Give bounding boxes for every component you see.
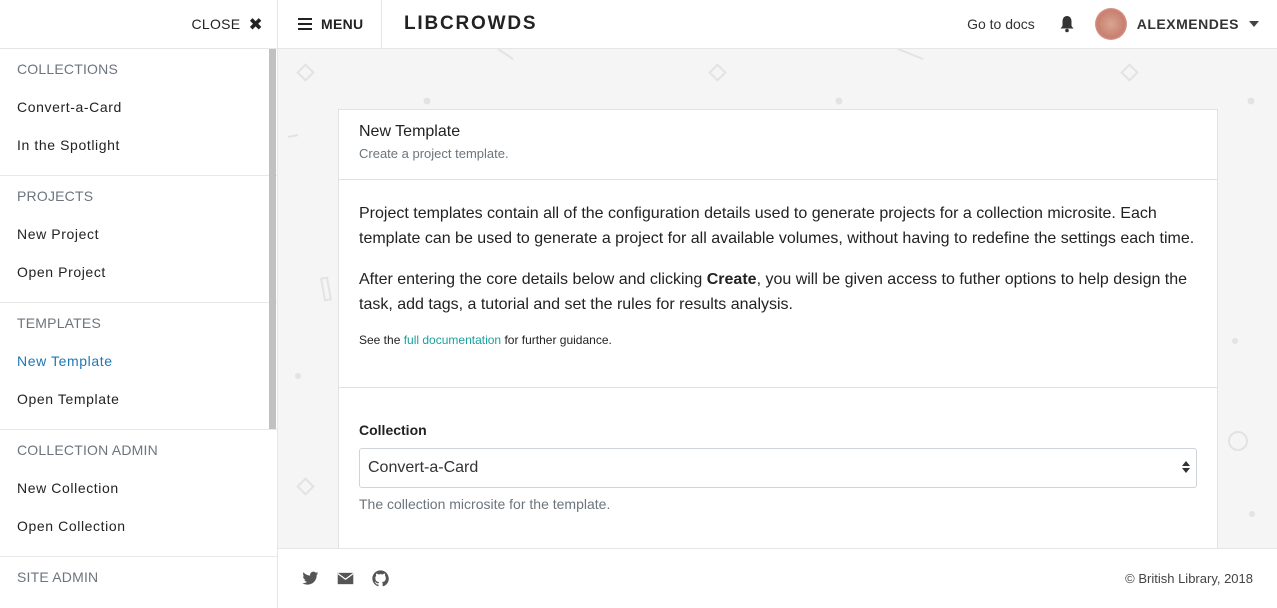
collection-select[interactable]: Convert-a-Card xyxy=(359,448,1197,488)
collection-form-group: Collection Convert-a-Card The collection… xyxy=(339,388,1217,512)
close-label: CLOSE xyxy=(191,16,241,32)
collection-help-text: The collection microsite for the templat… xyxy=(359,496,611,512)
sidebar-section-projects: PROJECTS New Project Open Project xyxy=(0,176,277,303)
section-title: COLLECTIONS xyxy=(17,61,118,77)
sidebar: CLOSE ✖ COLLECTIONS Convert-a-Card In th… xyxy=(0,0,278,608)
chevron-down-icon[interactable] xyxy=(1249,21,1259,27)
page-subtitle: Create a project template. xyxy=(359,146,509,161)
section-title: TEMPLATES xyxy=(17,315,102,331)
menu-button[interactable]: MENU xyxy=(278,0,382,49)
sidebar-item-new-template[interactable]: New Template xyxy=(17,343,277,381)
sidebar-section-site-admin: SITE ADMIN xyxy=(0,557,277,607)
select-arrows-icon xyxy=(1182,461,1190,473)
guidance-text: See the full documentation for further g… xyxy=(359,333,612,347)
footer: © British Library, 2018 xyxy=(278,548,1277,608)
menu-label: MENU xyxy=(321,16,364,32)
new-template-card: New Template Create a project template. … xyxy=(338,109,1218,549)
card-header: New Template Create a project template. xyxy=(339,110,1217,180)
collection-select-value: Convert-a-Card xyxy=(368,459,479,476)
sidebar-close-button[interactable]: CLOSE ✖ xyxy=(0,0,277,49)
card-description: Project templates contain all of the con… xyxy=(339,180,1217,388)
sidebar-item-open-project[interactable]: Open Project xyxy=(17,254,277,292)
sidebar-nav: COLLECTIONS Convert-a-Card In the Spotli… xyxy=(0,49,277,608)
sidebar-item-new-collection[interactable]: New Collection xyxy=(17,470,277,508)
avatar[interactable] xyxy=(1094,8,1127,40)
top-navbar: MENU LIBCROWDS Go to docs ALEXMENDES xyxy=(278,0,1277,49)
username[interactable]: ALEXMENDES xyxy=(1137,16,1239,32)
create-emphasis: Create xyxy=(706,271,757,288)
github-icon[interactable] xyxy=(372,570,389,587)
section-title: PROJECTS xyxy=(17,188,94,204)
sidebar-item-open-template[interactable]: Open Template xyxy=(17,381,277,419)
sidebar-scrollbar[interactable] xyxy=(269,49,276,429)
sidebar-item-convert-a-card[interactable]: Convert-a-Card xyxy=(17,89,277,127)
hamburger-icon xyxy=(298,18,312,30)
page-title: New Template xyxy=(359,123,461,140)
sidebar-item-open-collection[interactable]: Open Collection xyxy=(17,508,277,546)
description-paragraph-2: After entering the core details below an… xyxy=(359,271,1188,313)
copyright-text: © British Library, 2018 xyxy=(1125,571,1253,586)
social-links xyxy=(302,570,389,587)
email-icon[interactable] xyxy=(337,570,354,587)
section-title: COLLECTION ADMIN xyxy=(17,442,158,458)
sidebar-section-collection-admin: COLLECTION ADMIN New Collection Open Col… xyxy=(0,430,277,557)
brand-logo[interactable]: LIBCROWDS xyxy=(404,13,537,35)
collection-label: Collection xyxy=(359,422,427,438)
section-title: SITE ADMIN xyxy=(17,569,99,585)
sidebar-item-new-project[interactable]: New Project xyxy=(17,216,277,254)
sidebar-section-templates: TEMPLATES New Template Open Template xyxy=(0,303,277,430)
twitter-icon[interactable] xyxy=(302,570,319,587)
sidebar-section-collections: COLLECTIONS Convert-a-Card In the Spotli… xyxy=(0,49,277,176)
documentation-link[interactable]: full documentation xyxy=(404,333,501,347)
description-paragraph-1: Project templates contain all of the con… xyxy=(359,205,1195,247)
bell-icon[interactable] xyxy=(1059,15,1075,33)
navbar-right: Go to docs ALEXMENDES xyxy=(967,0,1277,49)
close-icon: ✖ xyxy=(248,14,263,34)
docs-link[interactable]: Go to docs xyxy=(967,16,1035,32)
sidebar-item-in-the-spotlight[interactable]: In the Spotlight xyxy=(17,127,277,165)
